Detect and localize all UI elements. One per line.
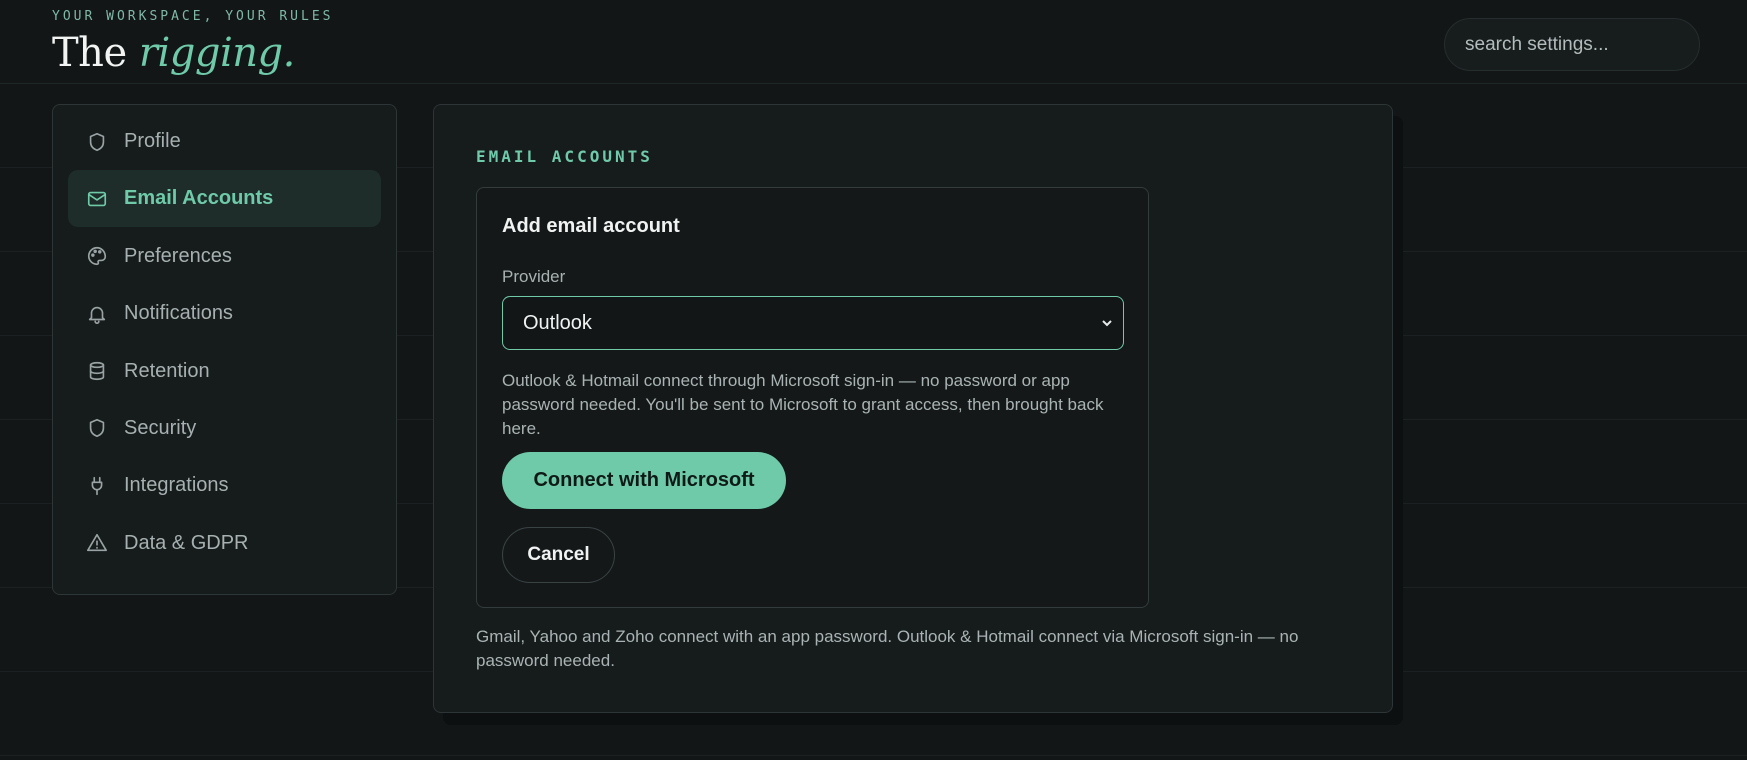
sidebar-item-label: Integrations: [124, 474, 229, 497]
search-input[interactable]: [1444, 18, 1700, 71]
sidebar-item-integrations[interactable]: Integrations: [68, 457, 381, 514]
provider-footnote: Gmail, Yahoo and Zoho connect with an ap…: [476, 627, 1299, 670]
sidebar-item-label: Security: [124, 416, 197, 439]
email-accounts-panel: EMAIL ACCOUNTS Add email account Provide…: [433, 104, 1393, 713]
sidebar-item-profile[interactable]: Profile: [68, 113, 381, 170]
cancel-button[interactable]: Cancel: [502, 527, 615, 583]
chevron-down-icon: [1099, 315, 1115, 331]
plug-icon: [86, 475, 108, 497]
provider-select[interactable]: Outlook: [502, 296, 1124, 350]
provider-hint: Outlook & Hotmail connect through Micros…: [502, 371, 1104, 438]
database-icon: [86, 360, 108, 382]
add-email-account-card: Add email account Provider Outlook Outlo…: [476, 187, 1149, 608]
sidebar-item-preferences[interactable]: Preferences: [68, 228, 381, 285]
top-bar: YOUR WORKSPACE, YOUR RULES The rigging.: [0, 0, 1747, 84]
shield-icon: [86, 131, 108, 153]
sidebar-item-label: Email Accounts: [124, 187, 274, 210]
connect-microsoft-button[interactable]: Connect with Microsoft: [502, 452, 786, 509]
brand-logo: The rigging.: [52, 30, 295, 76]
bell-icon: [86, 303, 108, 325]
sidebar-item-label: Notifications: [124, 302, 233, 325]
sidebar-item-label: Preferences: [124, 244, 232, 267]
sidebar-item-email-accounts[interactable]: Email Accounts: [68, 170, 381, 228]
sidebar-item-data-gdpr[interactable]: Data & GDPR: [68, 515, 381, 572]
shield-icon: [86, 417, 108, 439]
section-title: EMAIL ACCOUNTS: [476, 147, 653, 166]
provider-select-value: Outlook: [523, 311, 592, 334]
sidebar-item-security[interactable]: Security: [68, 400, 381, 457]
brand-accent-text: rigging.: [138, 30, 296, 76]
card-title: Add email account: [502, 215, 680, 237]
settings-sidebar: Profile Email Accounts Preferences Notif…: [52, 104, 397, 595]
sidebar-item-notifications[interactable]: Notifications: [68, 285, 381, 342]
sidebar-item-label: Profile: [124, 130, 181, 152]
provider-label: Provider: [502, 267, 566, 286]
tagline: YOUR WORKSPACE, YOUR RULES: [52, 9, 334, 24]
mail-icon: [86, 188, 108, 210]
sidebar-item-label: Retention: [124, 359, 210, 382]
brand-text: The: [52, 30, 127, 76]
sidebar-item-retention[interactable]: Retention: [68, 343, 381, 400]
warning-icon: [86, 532, 108, 554]
palette-icon: [86, 245, 108, 267]
sidebar-item-label: Data & GDPR: [124, 531, 249, 554]
